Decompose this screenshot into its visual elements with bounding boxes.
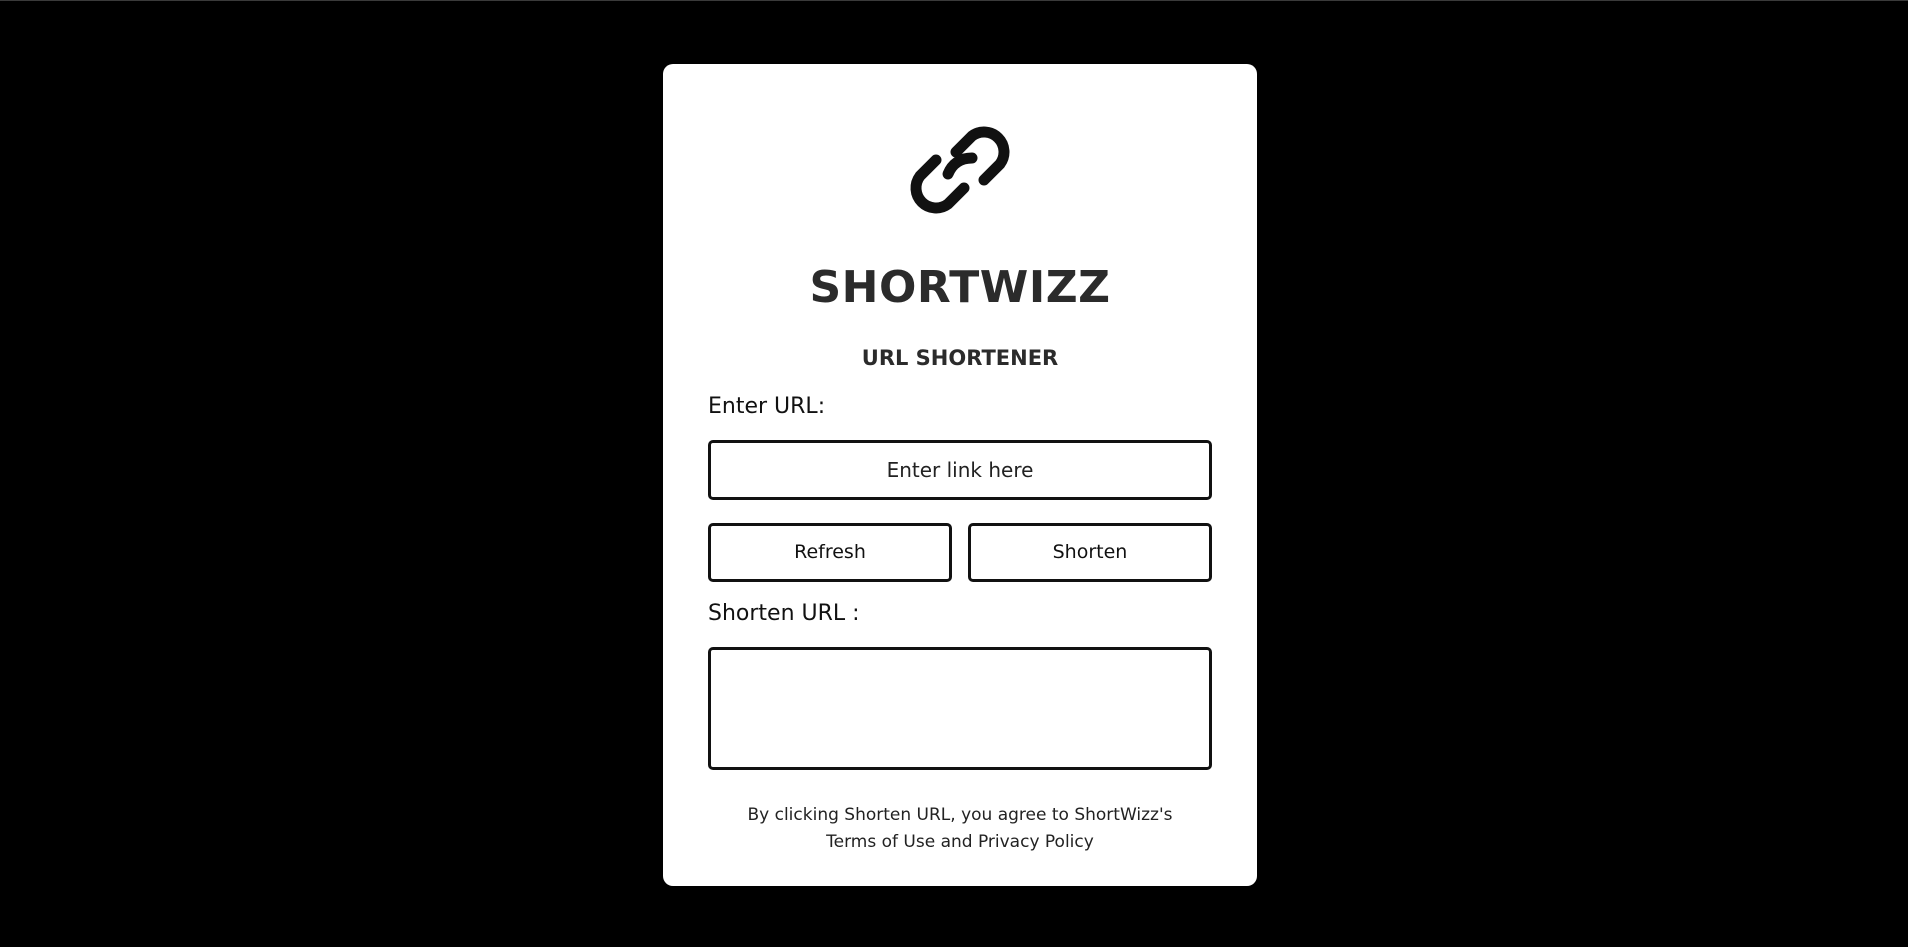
url-input[interactable] (708, 440, 1212, 500)
refresh-button[interactable]: Refresh (708, 523, 952, 582)
window-top-border (0, 0, 1908, 1)
enter-url-label: Enter URL: (708, 394, 826, 419)
link-icon (910, 126, 1010, 214)
terms-line-2: Terms of Use and Privacy Policy (826, 832, 1094, 852)
shorten-button[interactable]: Shorten (968, 523, 1212, 582)
shortener-card: SHORTWIZZ URL SHORTENER Enter URL: Refre… (663, 64, 1257, 886)
shortened-url-output[interactable] (708, 647, 1212, 770)
terms-notice: By clicking Shorten URL, you agree to Sh… (663, 802, 1257, 856)
app-subtitle: URL SHORTENER (861, 346, 1059, 370)
terms-line-1: By clicking Shorten URL, you agree to Sh… (747, 805, 1173, 825)
shorten-url-label: Shorten URL : (708, 601, 860, 626)
app-title: SHORTWIZZ (809, 262, 1111, 313)
